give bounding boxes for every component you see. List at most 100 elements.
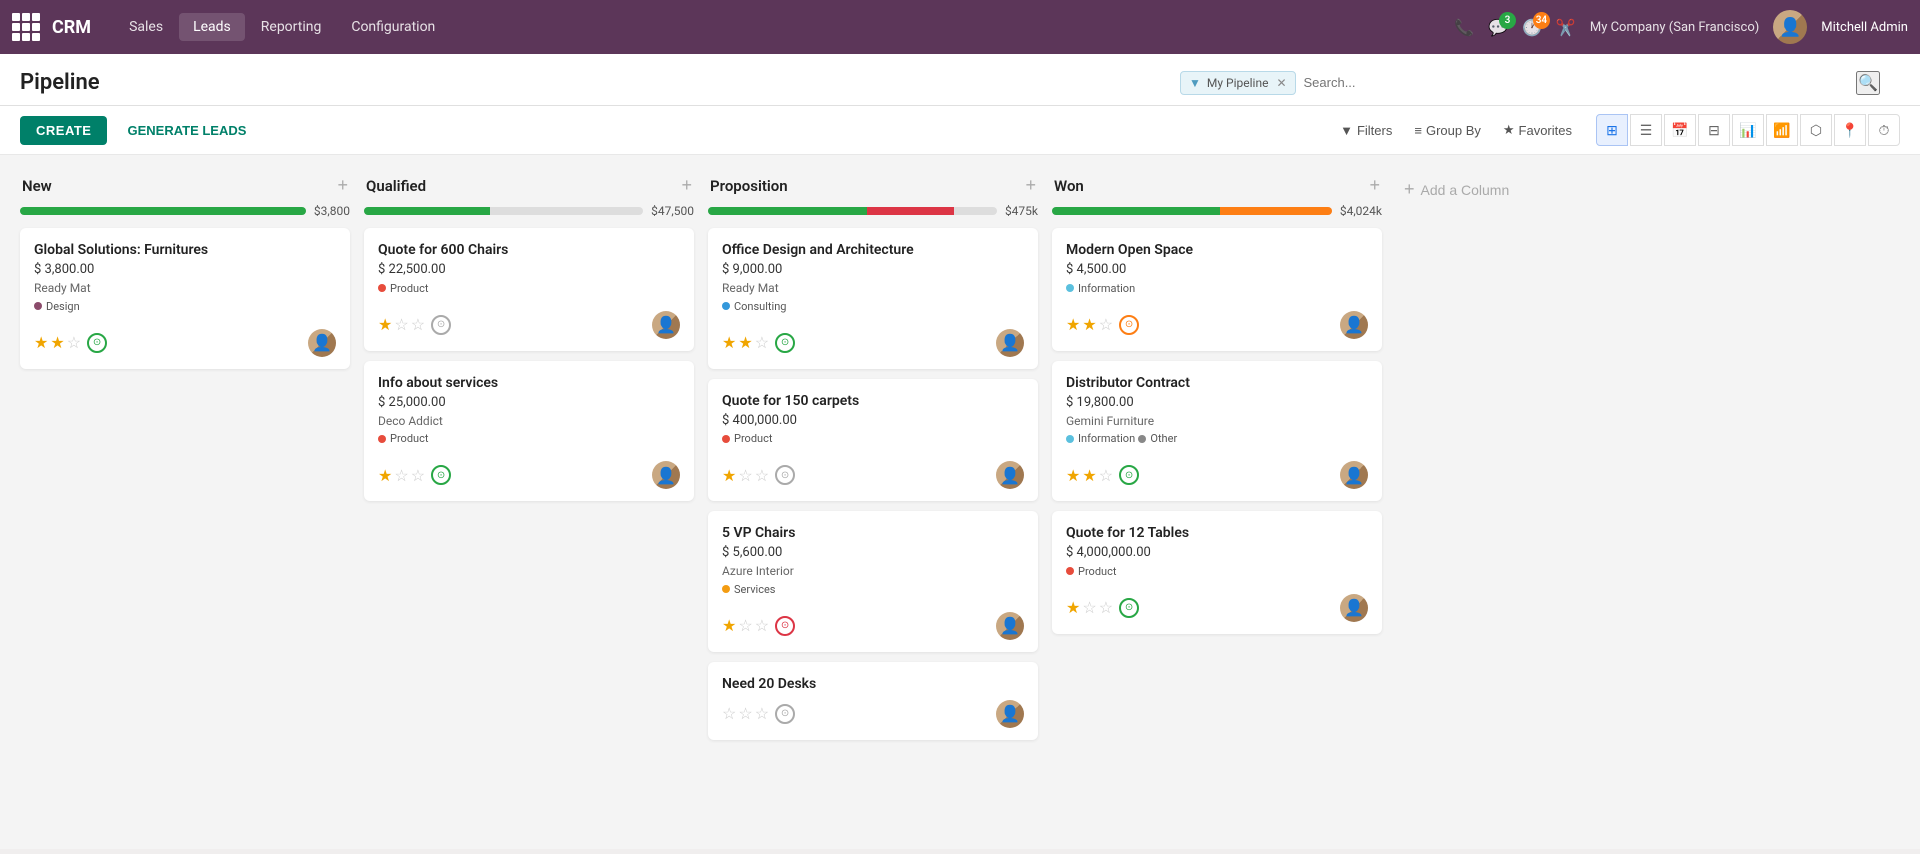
nav-reporting[interactable]: Reporting (247, 13, 336, 41)
phone-icon[interactable]: 📞 (1454, 18, 1474, 37)
star-3[interactable]: ☆ (755, 616, 769, 635)
column-add-btn-new[interactable]: + (337, 175, 348, 196)
star-2[interactable]: ☆ (738, 616, 752, 635)
star-1[interactable]: ★ (722, 333, 736, 352)
star-3[interactable]: ☆ (755, 333, 769, 352)
view-list[interactable]: ☰ (1630, 114, 1662, 146)
favorites-button[interactable]: ★ Favorites (1495, 117, 1580, 143)
column-amount-qualified: $47,500 (651, 204, 694, 218)
star-2[interactable]: ★ (1082, 315, 1096, 334)
filter-tag[interactable]: ▼ My Pipeline ✕ (1180, 71, 1296, 95)
card-proposition-3[interactable]: Need 20 Desks ☆☆☆ ⊙ 👤 (708, 662, 1038, 740)
column-add-btn-qualified[interactable]: + (681, 175, 692, 196)
column-add-btn-won[interactable]: + (1369, 175, 1380, 196)
star-3[interactable]: ☆ (1099, 598, 1113, 617)
card-amount: $ 4,500.00 (1066, 262, 1368, 277)
view-table[interactable]: ⊟ (1698, 114, 1730, 146)
view-pivot[interactable]: 📶 (1766, 114, 1798, 146)
card-tags: Information (1066, 281, 1368, 303)
app-grid-icon[interactable] (12, 13, 40, 41)
column-add-btn-proposition[interactable]: + (1025, 175, 1036, 196)
star-3[interactable]: ☆ (755, 704, 769, 723)
filter-tag-label: My Pipeline (1207, 76, 1269, 90)
groupby-button[interactable]: ≡ Group By (1406, 118, 1489, 143)
view-map[interactable]: 📍 (1834, 114, 1866, 146)
card-proposition-1[interactable]: Quote for 150 carpets $ 400,000.00 Produ… (708, 379, 1038, 502)
kanban-board: New + $3,800 Global Solutions: Furniture… (0, 155, 1920, 849)
filter-tag-close[interactable]: ✕ (1276, 76, 1286, 90)
star-1[interactable]: ★ (1066, 315, 1080, 334)
card-title: Quote for 150 carpets (722, 393, 1024, 409)
star-1[interactable]: ★ (722, 466, 736, 485)
star-3[interactable]: ☆ (1099, 466, 1113, 485)
progress-bar-won (1052, 207, 1332, 215)
star-1[interactable]: ★ (378, 315, 392, 334)
tag-dot (1066, 567, 1074, 575)
column-amount-new: $3,800 (314, 204, 350, 218)
create-button[interactable]: CREATE (20, 116, 107, 145)
star-1[interactable]: ☆ (722, 704, 736, 723)
chat-icon[interactable]: 💬 3 (1488, 18, 1508, 37)
card-won-2[interactable]: Quote for 12 Tables $ 4,000,000.00 Produ… (1052, 511, 1382, 634)
nav-sales[interactable]: Sales (115, 13, 177, 41)
star-2[interactable]: ★ (1082, 466, 1096, 485)
card-new-0[interactable]: Global Solutions: Furnitures $ 3,800.00 … (20, 228, 350, 369)
generate-leads-button[interactable]: GENERATE LEADS (117, 116, 256, 145)
view-activity[interactable]: ⬡ (1800, 114, 1832, 146)
star-2[interactable]: ☆ (738, 466, 752, 485)
card-won-1[interactable]: Distributor Contract $ 19,800.00 Gemini … (1052, 361, 1382, 502)
star-2[interactable]: ☆ (738, 704, 752, 723)
star-3[interactable]: ☆ (755, 466, 769, 485)
view-calendar[interactable]: 📅 (1664, 114, 1696, 146)
star-2[interactable]: ☆ (1082, 598, 1096, 617)
star-3[interactable]: ☆ (67, 333, 81, 352)
activity-icon[interactable]: 🕐 34 (1522, 18, 1542, 37)
tag-label: Services (734, 583, 775, 596)
main-nav: Sales Leads Reporting Configuration (115, 13, 449, 41)
star-1[interactable]: ★ (1066, 598, 1080, 617)
filters-button[interactable]: ▼ Filters (1332, 118, 1400, 143)
nav-configuration[interactable]: Configuration (337, 13, 449, 41)
view-settings[interactable]: ⏱ (1868, 114, 1900, 146)
filter-tag-icon: ▼ (1189, 76, 1201, 90)
company-name: My Company (San Francisco) (1590, 20, 1759, 35)
card-qualified-0[interactable]: Quote for 600 Chairs $ 22,500.00 Product… (364, 228, 694, 351)
search-input-wrap (1296, 71, 1857, 94)
card-rating: ★☆☆ ⊙ (722, 465, 795, 485)
app-logo[interactable]: CRM (52, 17, 91, 38)
avatar[interactable]: 👤 (1773, 10, 1807, 44)
view-chart[interactable]: 📊 (1732, 114, 1764, 146)
status-icon: ⊙ (1119, 315, 1139, 335)
search-input[interactable] (1296, 71, 1857, 94)
star-3[interactable]: ☆ (1099, 315, 1113, 334)
star-1[interactable]: ★ (34, 333, 48, 352)
star-2[interactable]: ★ (50, 333, 64, 352)
tag-dot (34, 302, 42, 310)
star-2[interactable]: ★ (738, 333, 752, 352)
search-button[interactable]: 🔍 (1856, 71, 1880, 95)
star-1[interactable]: ★ (378, 466, 392, 485)
card-proposition-0[interactable]: Office Design and Architecture $ 9,000.0… (708, 228, 1038, 369)
nav-leads[interactable]: Leads (179, 13, 245, 41)
groupby-icon: ≡ (1414, 123, 1422, 138)
card-won-0[interactable]: Modern Open Space $ 4,500.00 Information… (1052, 228, 1382, 351)
card-title: Office Design and Architecture (722, 242, 1024, 258)
star-1[interactable]: ★ (722, 616, 736, 635)
stars: ★☆☆ (378, 315, 425, 334)
star-3[interactable]: ☆ (411, 315, 425, 334)
card-tags: Product (722, 432, 1024, 454)
tag-dot (722, 435, 730, 443)
card-title: Quote for 12 Tables (1066, 525, 1368, 541)
star-2[interactable]: ☆ (394, 466, 408, 485)
cut-icon[interactable]: ✂️ (1556, 18, 1576, 37)
add-column-button[interactable]: + Add a Column (1396, 175, 1517, 204)
view-kanban[interactable]: ⊞ (1596, 114, 1628, 146)
star-3[interactable]: ☆ (411, 466, 425, 485)
tag-dot (1138, 435, 1146, 443)
card-qualified-1[interactable]: Info about services $ 25,000.00 Deco Add… (364, 361, 694, 502)
star-2[interactable]: ☆ (394, 315, 408, 334)
star-1[interactable]: ★ (1066, 466, 1080, 485)
topnav: CRM Sales Leads Reporting Configuration … (0, 0, 1920, 54)
card-proposition-2[interactable]: 5 VP Chairs $ 5,600.00 Azure Interior Se… (708, 511, 1038, 652)
status-icon: ⊙ (775, 704, 795, 724)
